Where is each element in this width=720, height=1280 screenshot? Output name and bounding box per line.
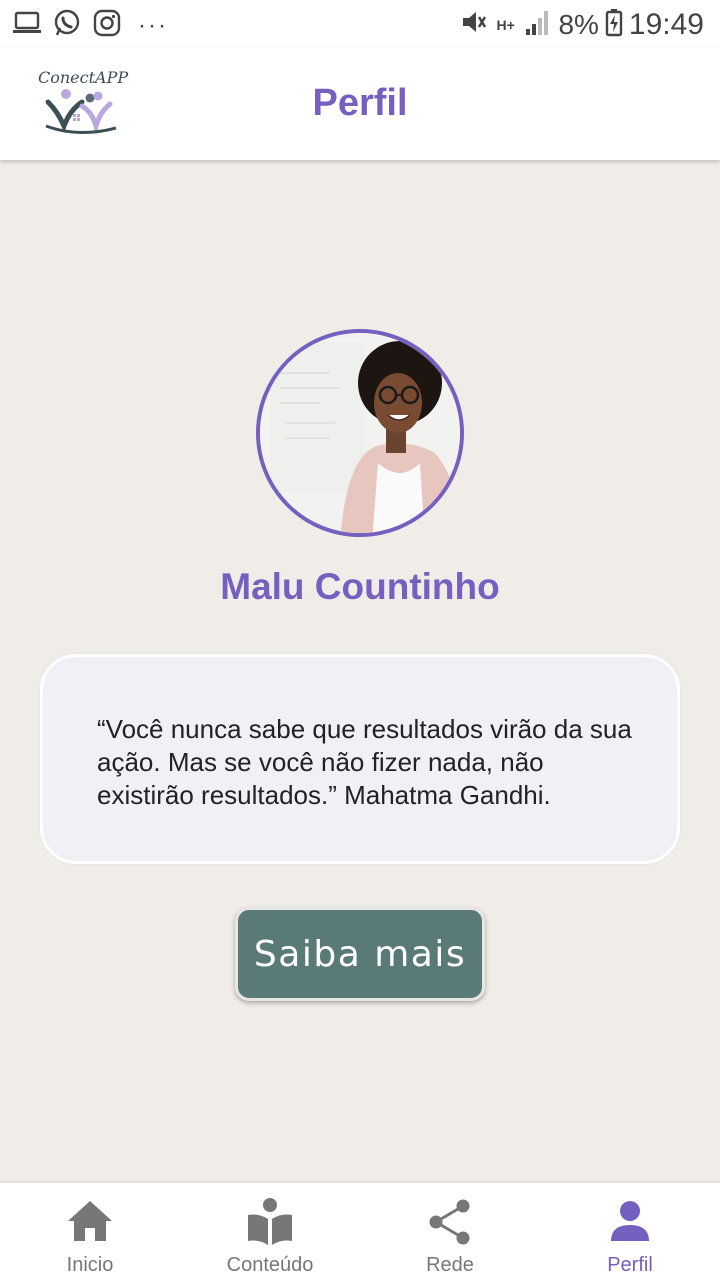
home-icon bbox=[68, 1201, 112, 1241]
battery-percent: 8% bbox=[558, 8, 599, 40]
nav-label-inicio: Inicio bbox=[66, 1254, 114, 1276]
whatsapp-icon bbox=[52, 8, 82, 43]
nav-label-rede: Rede bbox=[426, 1254, 474, 1276]
battery-charging-icon bbox=[605, 7, 623, 42]
saiba-mais-button[interactable]: Saiba mais bbox=[235, 907, 485, 1001]
network-type-label: H+ bbox=[496, 16, 515, 33]
nav-item-inicio[interactable]: Inicio bbox=[0, 1183, 180, 1280]
profile-name: Malu Countinho bbox=[220, 566, 500, 607]
quote-text: “Você nunca sabe que resultados virão da… bbox=[97, 714, 632, 810]
share-icon bbox=[429, 1199, 470, 1245]
nav-label-conteudo: Conteúdo bbox=[226, 1254, 314, 1276]
more-dots-icon: ··· bbox=[138, 11, 168, 39]
book-reader-icon bbox=[248, 1198, 292, 1245]
bottom-navigation: Inicio Conteúdo Rede Perfil bbox=[0, 1183, 720, 1280]
nav-item-conteudo[interactable]: Conteúdo bbox=[180, 1183, 360, 1280]
app-bar: ConectAPP Perfil bbox=[0, 48, 720, 160]
status-bar: ··· H+ 8% 19:49 bbox=[0, 0, 720, 48]
vibrate-mute-icon bbox=[458, 6, 490, 43]
profile-photo bbox=[260, 333, 460, 533]
instagram-icon bbox=[92, 8, 122, 43]
network-type-icon: H+ bbox=[496, 18, 518, 32]
quote-card: “Você nunca sabe que resultados virão da… bbox=[40, 654, 680, 864]
signal-icon bbox=[524, 7, 552, 42]
nav-label-perfil: Perfil bbox=[607, 1254, 653, 1276]
laptop-icon bbox=[12, 8, 42, 43]
page-title: Perfil bbox=[312, 82, 408, 124]
clock: 19:49 bbox=[628, 7, 704, 41]
nav-item-perfil[interactable]: Perfil bbox=[540, 1183, 720, 1280]
profile-avatar[interactable] bbox=[256, 329, 464, 537]
nav-item-rede[interactable]: Rede bbox=[360, 1183, 540, 1280]
person-icon bbox=[611, 1201, 649, 1241]
